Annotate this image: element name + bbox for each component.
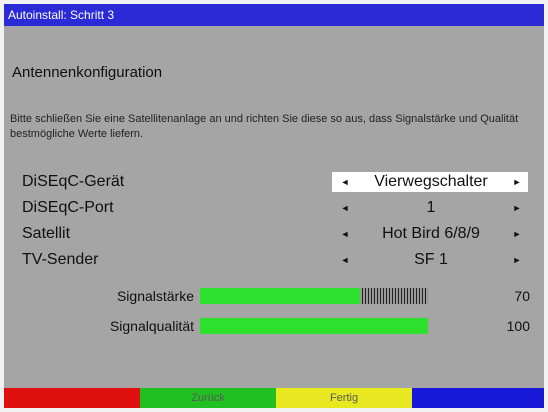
setting-label: DiSEqC-Port <box>22 199 114 216</box>
color-button-bar: Zurück Fertig <box>4 388 544 408</box>
setting-label: Satellit <box>22 225 71 242</box>
meter-label: Signalqualität <box>109 318 194 334</box>
page-heading: Antennenkonfiguration <box>12 64 163 81</box>
arrow-right-icon[interactable]: ► <box>510 198 524 218</box>
signal-strength-fill <box>200 288 360 304</box>
button-label: Fertig <box>329 392 359 404</box>
title-bar: Autoinstall: Schritt 3 <box>4 4 544 26</box>
meter-value: 100 <box>506 318 530 334</box>
meter-value: 70 <box>514 288 530 304</box>
meter-label: Signalstärke <box>116 288 194 304</box>
setting-row-diseqc-device[interactable]: DiSEqC-Gerät ◄ Vierwegschalter ► <box>4 170 544 194</box>
signal-strength-bar <box>200 288 428 304</box>
tv-screen: Autoinstall: Schritt 3 Antennenkonfigura… <box>4 4 544 408</box>
finish-button[interactable]: Fertig <box>276 388 412 408</box>
arrow-right-icon[interactable]: ► <box>510 172 524 192</box>
button-label: Zurück <box>191 392 225 404</box>
selector-value: Vierwegschalter <box>374 173 488 190</box>
signal-quality-bar <box>200 318 428 334</box>
setting-label: TV-Sender <box>22 251 99 268</box>
back-button[interactable]: Zurück <box>140 388 276 408</box>
blue-button[interactable] <box>412 388 544 408</box>
setting-row-diseqc-port[interactable]: DiSEqC-Port ◄ 1 ► <box>4 196 544 220</box>
arrow-right-icon[interactable]: ► <box>510 250 524 270</box>
red-button[interactable] <box>4 388 140 408</box>
instruction-text: Bitte schließen Sie eine Satellitenanlag… <box>10 113 519 140</box>
selector-value: 1 <box>426 199 436 216</box>
arrow-right-icon[interactable]: ► <box>510 224 524 244</box>
diseqc-device-selector[interactable]: ◄ Vierwegschalter ► <box>332 172 528 192</box>
signal-quality-fill <box>200 318 428 334</box>
setting-row-tv-channel[interactable]: TV-Sender ◄ SF 1 ► <box>4 248 544 272</box>
window-title: Autoinstall: Schritt 3 <box>8 8 115 22</box>
setting-row-satellite[interactable]: Satellit ◄ Hot Bird 6/8/9 ► <box>4 222 544 246</box>
diseqc-port-selector[interactable]: ◄ 1 ► <box>332 198 528 218</box>
setting-label: DiSEqC-Gerät <box>22 173 125 190</box>
tv-channel-selector[interactable]: ◄ SF 1 ► <box>332 250 528 270</box>
selector-value: Hot Bird 6/8/9 <box>382 225 480 242</box>
selector-value: SF 1 <box>414 251 448 268</box>
satellite-selector[interactable]: ◄ Hot Bird 6/8/9 ► <box>332 224 528 244</box>
